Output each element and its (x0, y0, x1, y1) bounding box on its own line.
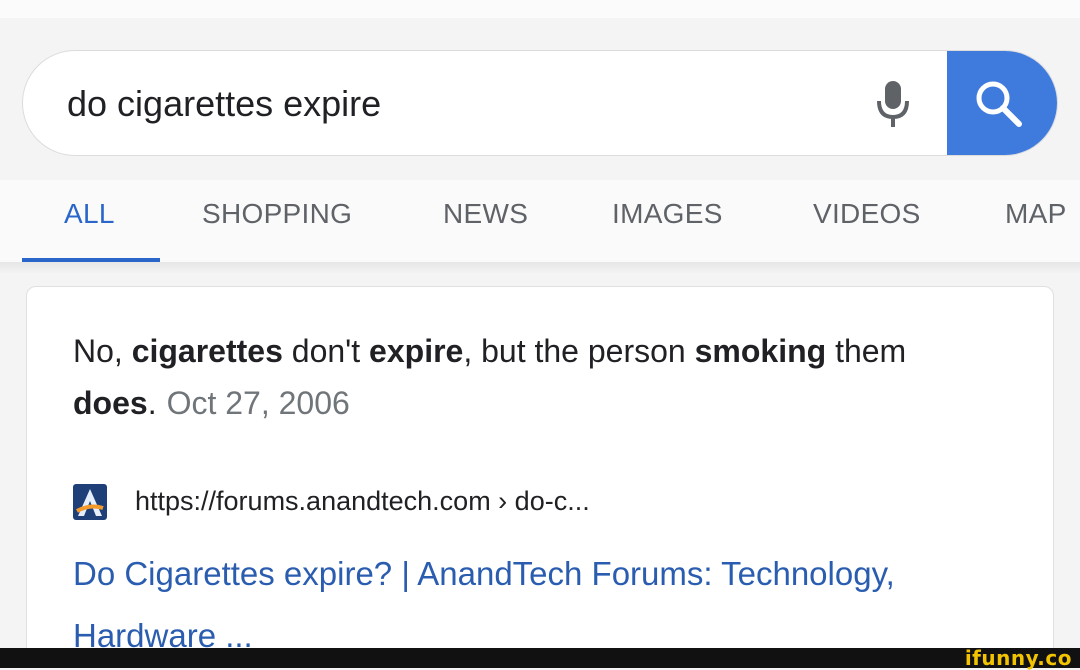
tab-maps[interactable]: MAP (1005, 198, 1067, 230)
snippet-part: . (147, 385, 157, 421)
tab-news[interactable]: NEWS (443, 198, 528, 230)
snippet-text: No, cigarettes don't expire, but the per… (73, 325, 1023, 429)
google-logo-fragment (420, 0, 650, 8)
snippet-part: them (826, 333, 907, 369)
search-input[interactable]: do cigarettes expire (67, 83, 381, 125)
snippet-part: No, (73, 333, 132, 369)
watermark: ifunny.co (964, 646, 1072, 670)
anandtech-favicon (73, 484, 107, 520)
tabs-divider (0, 262, 1080, 274)
snippet-date: Oct 27, 2006 (166, 385, 350, 421)
bottom-bar: ifunny.co (0, 646, 1080, 670)
snippet-part: don't (282, 333, 370, 369)
tab-images[interactable]: IMAGES (612, 198, 723, 230)
tab-all[interactable]: ALL (64, 198, 115, 230)
tab-videos[interactable]: VIDEOS (813, 198, 921, 230)
result-url[interactable]: https://forums.anandtech.com › do-c... (135, 486, 590, 517)
search-tabs: ALL SHOPPING NEWS IMAGES VIDEOS MAP (0, 180, 1080, 262)
snippet-bold-term: expire (369, 333, 464, 369)
tab-shopping[interactable]: SHOPPING (202, 198, 352, 230)
snippet-bold-term: does (73, 385, 148, 421)
search-button[interactable] (947, 51, 1057, 155)
featured-snippet-card: No, cigarettes don't expire, but the per… (26, 286, 1054, 666)
microphone-icon[interactable] (873, 77, 913, 133)
search-icon (976, 81, 1022, 127)
snippet-bold-term: cigarettes (131, 333, 283, 369)
top-strip (0, 0, 1080, 18)
snippet-part: , but the person (463, 333, 695, 369)
search-box[interactable]: do cigarettes expire (22, 50, 1058, 156)
snippet-bold-term: smoking (694, 333, 827, 369)
